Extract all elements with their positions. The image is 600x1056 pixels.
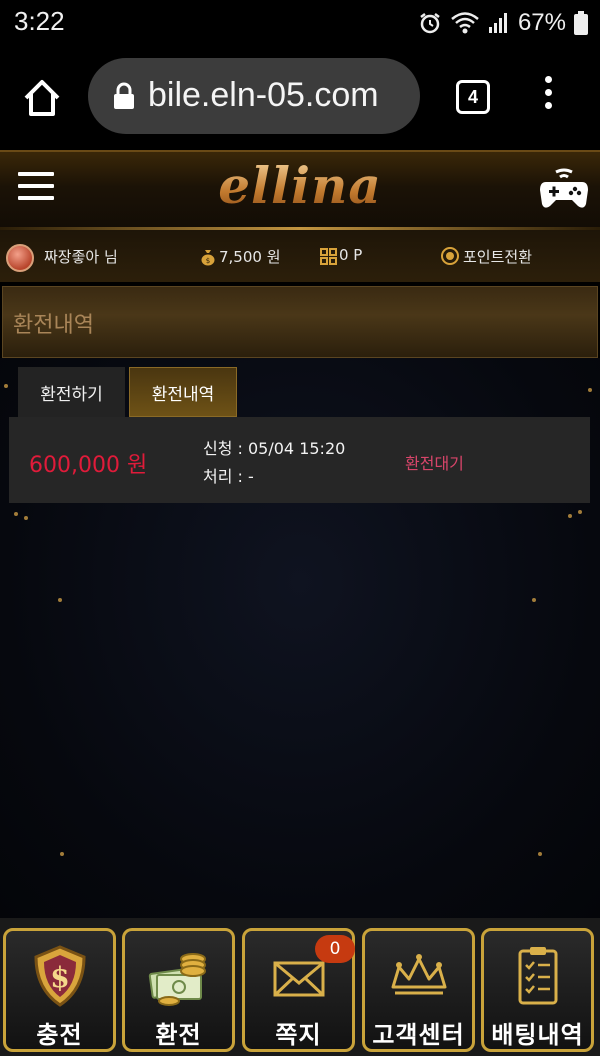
tab-exchange-history[interactable]: 환전내역 (129, 367, 237, 417)
hamburger-menu-icon[interactable] (18, 172, 54, 202)
wifi-icon (451, 12, 479, 34)
nav-bet-history-label: 배팅내역 (491, 1021, 584, 1049)
alarm-icon (420, 13, 440, 34)
status-time: 3:22 (14, 6, 65, 36)
sparkle-decoration (14, 512, 18, 516)
battery-percent: 67% (517, 9, 566, 36)
record-process-time: 처리 : - (203, 467, 254, 486)
gamepad-icon[interactable] (538, 168, 590, 212)
home-icon[interactable] (20, 76, 64, 120)
sparkle-decoration (588, 388, 592, 392)
record-status: 환전대기 (405, 454, 464, 473)
sparkle-decoration (532, 598, 536, 602)
signal-icon (488, 13, 507, 33)
url-text: bile.eln-05.com (148, 76, 379, 114)
sparkle-decoration (60, 852, 64, 856)
nav-withdraw-button[interactable]: 환전 (122, 928, 235, 1052)
sparkle-decoration (58, 598, 62, 602)
svg-text:$: $ (50, 961, 69, 994)
page-title: 환전내역 (13, 313, 94, 338)
tab-switcher-button[interactable]: 4 (456, 80, 490, 114)
nav-deposit-label: 충전 (36, 1021, 83, 1049)
record-request-time: 신청 : 05/04 15:20 (203, 439, 346, 458)
sparkle-decoration (578, 510, 582, 514)
money-stack-icon (148, 953, 206, 1006)
sparkle-decoration (4, 384, 8, 388)
overflow-menu-icon[interactable] (540, 76, 556, 116)
nav-deposit-button[interactable]: $ 충전 (3, 928, 116, 1052)
points-balance: 0 P (339, 246, 363, 264)
message-count-badge: 0 (315, 935, 355, 963)
exchange-record-row: 600,000 원 신청 : 05/04 15:20 처리 : - 환전대기 (9, 417, 590, 503)
user-info-bar: 짜장좋아 님 $ 7,500 원 0 P 포인트전환 (0, 230, 600, 282)
nav-bet-history-button[interactable]: 배팅내역 (481, 928, 594, 1052)
battery-icon (574, 11, 588, 35)
lock-icon (114, 82, 134, 109)
bottom-nav: $ 충전 환전 0 쪽지 고객센터 배팅내역 (0, 918, 600, 1056)
tab-exchange-request[interactable]: 환전하기 (18, 367, 125, 417)
money-balance: 7,500 원 (219, 248, 281, 266)
site-header: ellina (0, 150, 600, 230)
sparkle-decoration (538, 852, 542, 856)
nav-message-button[interactable]: 0 쪽지 (242, 928, 355, 1052)
page-title-panel: 환전내역 (2, 286, 598, 358)
point-exchange-link[interactable]: 포인트전환 (463, 246, 532, 267)
record-amount: 600,000 원 (29, 453, 148, 478)
browser-toolbar: bile.eln-05.com 4 (0, 46, 600, 150)
points-grid-icon (320, 248, 337, 265)
nav-support-button[interactable]: 고객센터 (362, 928, 475, 1052)
logo-text: ellina (218, 156, 382, 215)
svg-text:$: $ (206, 257, 210, 265)
clipboard-checklist-icon (518, 947, 557, 1005)
shield-dollar-icon: $ (33, 945, 86, 1007)
nav-withdraw-label: 환전 (155, 1021, 202, 1049)
nav-support-label: 고객센터 (372, 1021, 465, 1049)
username-label: 짜장좋아 님 (44, 248, 118, 266)
sparkle-decoration (24, 516, 28, 520)
site-logo[interactable]: ellina (200, 156, 400, 222)
avatar[interactable] (6, 244, 34, 272)
address-bar[interactable]: bile.eln-05.com (88, 58, 420, 134)
nav-message-label: 쪽지 (275, 1021, 322, 1049)
point-exchange-icon (441, 247, 459, 265)
sparkle-decoration (568, 514, 572, 518)
crown-icon (391, 954, 446, 995)
status-bar: 3:22 67% (0, 0, 600, 46)
status-icons: 67% (418, 8, 588, 38)
money-bag-icon: $ (201, 250, 215, 266)
